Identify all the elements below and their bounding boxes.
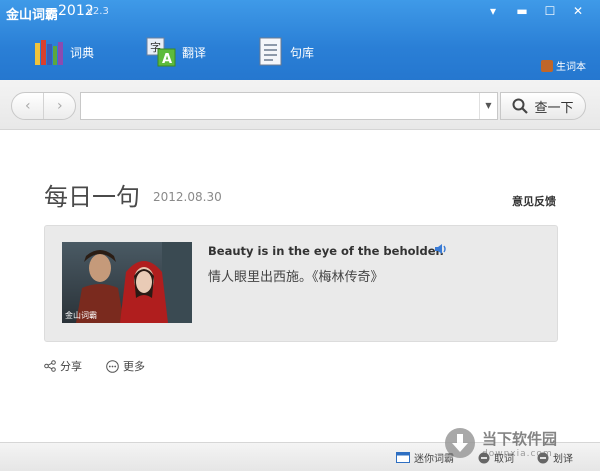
daily-date: 2012.08.30 (153, 190, 222, 204)
minus-circle-icon (478, 452, 490, 463)
daily-image: 金山词霸 (62, 242, 192, 323)
speaker-icon[interactable] (434, 242, 448, 256)
minus-circle-icon (537, 452, 549, 463)
more-button[interactable]: 更多 (106, 358, 145, 374)
watermark-main: 当下软件园 (482, 429, 558, 448)
lookup-label: 查一下 (534, 100, 574, 116)
mini-dict-label: 迷你词霸 (414, 454, 454, 465)
more-icon (106, 359, 119, 373)
search-input[interactable] (85, 96, 470, 116)
page-title: 每日一句 (44, 183, 140, 211)
back-button[interactable]: ‹ (12, 93, 43, 119)
share-button[interactable]: 分享 (44, 358, 82, 374)
wordbook-icon (541, 59, 553, 72)
wordbook-label: 生词本 (556, 62, 586, 73)
tab-dictionary[interactable]: 词典 (34, 34, 94, 70)
tab-label: 句库 (290, 45, 315, 60)
select-translate-label: 划译 (553, 454, 573, 465)
quote-english: Beauty is in the eye of the beholder. (208, 244, 444, 258)
menu-icon[interactable]: ▾ (480, 1, 506, 21)
translate-icon: 字 A (146, 37, 176, 67)
wordbook-button[interactable]: 生词本 (541, 58, 586, 73)
tab-label: 翻译 (182, 45, 207, 60)
mini-window-icon (396, 452, 410, 463)
lookup-button[interactable]: 查一下 (500, 92, 586, 120)
app-version: v2.3 (87, 6, 109, 17)
tab-sentences[interactable]: 句库 (258, 34, 314, 70)
select-translate-toggle[interactable]: 划译 (537, 450, 573, 465)
mini-dict-button[interactable]: 迷你词霸 (396, 450, 454, 465)
chevron-down-icon[interactable]: ▼ (479, 93, 497, 119)
tab-label: 词典 (70, 45, 95, 60)
books-icon (35, 40, 63, 65)
take-word-label: 取词 (494, 454, 514, 465)
close-icon[interactable]: ✕ (565, 1, 591, 21)
image-caption: 金山词霸 (65, 311, 97, 320)
more-label: 更多 (123, 360, 145, 373)
take-word-toggle[interactable]: 取词 (478, 450, 514, 465)
svg-text:A: A (162, 52, 172, 67)
feedback-link[interactable]: 意见反馈 (512, 193, 556, 209)
share-icon (44, 360, 56, 372)
title-bar: 金山词霸 2012 v2.3 ▾ ▬ ☐ ✕ 词典 字 A 翻译 句库 生词本 (0, 0, 600, 80)
search-icon (512, 98, 529, 114)
document-icon (259, 37, 282, 66)
maximize-icon[interactable]: ☐ (537, 1, 563, 21)
share-label: 分享 (60, 360, 82, 373)
forward-button[interactable]: › (43, 93, 75, 119)
tab-translate[interactable]: 字 A 翻译 (146, 34, 206, 70)
nav-buttons: ‹ › (11, 92, 76, 120)
app-logo: 金山词霸 (6, 8, 59, 23)
quote-chinese: 情人眼里出西施。《梅林传奇》 (208, 270, 384, 285)
minimize-icon[interactable]: ▬ (509, 1, 535, 21)
search-box: ▼ (80, 92, 498, 120)
